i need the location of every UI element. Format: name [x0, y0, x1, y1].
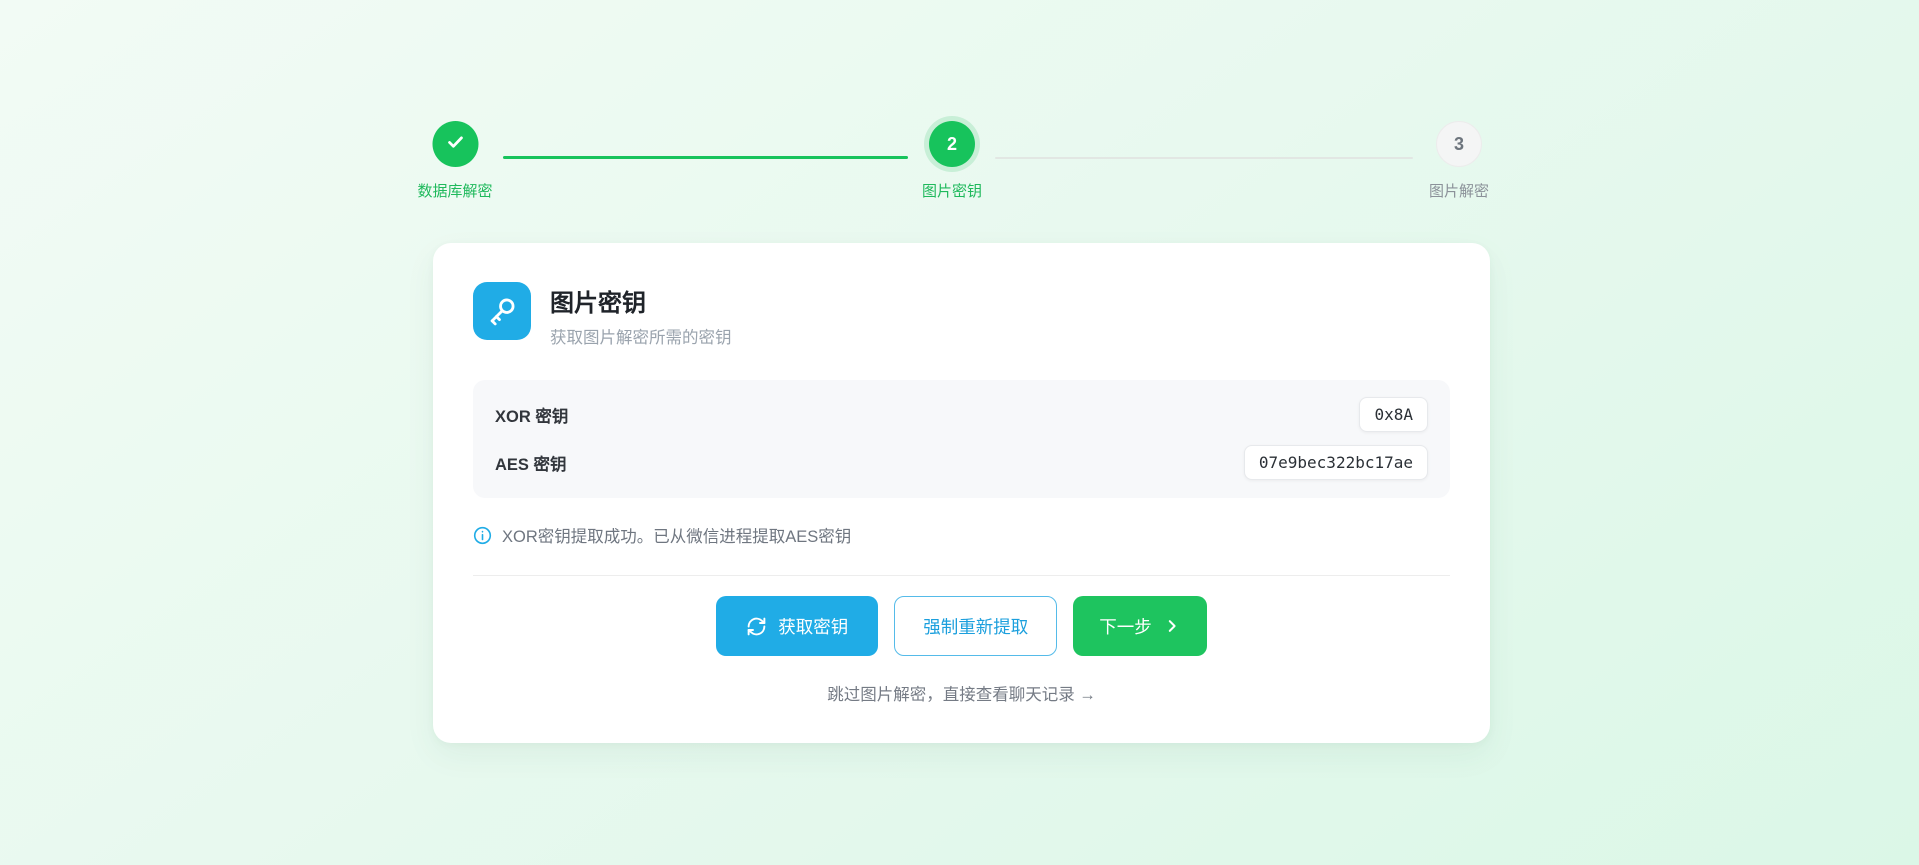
fetch-key-label: 获取密钥	[778, 614, 848, 639]
key-panel: XOR 密钥 0x8A AES 密钥 07e9bec322bc17ae	[473, 380, 1450, 498]
next-step-label: 下一步	[1099, 614, 1152, 639]
step-2-circle: 2	[929, 121, 975, 167]
action-buttons: 获取密钥 强制重新提取 下一步	[473, 596, 1450, 656]
step-database-decrypt[interactable]: 数据库解密	[417, 121, 492, 201]
skip-decrypt-link[interactable]: 跳过图片解密，直接查看聊天记录 →	[827, 686, 1096, 704]
divider	[473, 575, 1450, 576]
refresh-icon	[746, 616, 767, 637]
card-title: 图片密钥	[550, 283, 732, 318]
step-3-label: 图片解密	[1429, 180, 1489, 201]
step-2-label: 图片密钥	[922, 180, 982, 201]
step-1-label: 数据库解密	[417, 180, 492, 201]
step-3-number: 3	[1454, 134, 1464, 155]
step-image-key[interactable]: 2 图片密钥	[922, 121, 982, 201]
card-subtitle: 获取图片解密所需的密钥	[550, 324, 732, 348]
skip-row: 跳过图片解密，直接查看聊天记录 →	[473, 681, 1450, 705]
image-key-card: 图片密钥 获取图片解密所需的密钥 XOR 密钥 0x8A AES 密钥 07e9…	[433, 243, 1490, 743]
step-3-circle: 3	[1436, 121, 1482, 167]
next-step-button[interactable]: 下一步	[1073, 596, 1207, 656]
step-1-circle	[432, 121, 478, 167]
stepper-connector-pending	[995, 157, 1413, 159]
xor-key-row: XOR 密钥 0x8A	[495, 397, 1428, 432]
fetch-key-button[interactable]: 获取密钥	[716, 596, 878, 656]
status-message: XOR密钥提取成功。已从微信进程提取AES密钥	[502, 523, 851, 547]
aes-key-label: AES 密钥	[495, 451, 567, 475]
step-image-decrypt[interactable]: 3 图片解密	[1429, 121, 1489, 201]
info-icon	[473, 526, 492, 545]
force-reextract-button[interactable]: 强制重新提取	[894, 596, 1057, 656]
aes-key-value[interactable]: 07e9bec322bc17ae	[1244, 445, 1428, 480]
xor-key-label: XOR 密钥	[495, 403, 568, 427]
card-header-text: 图片密钥 获取图片解密所需的密钥	[550, 282, 732, 348]
xor-key-value[interactable]: 0x8A	[1359, 397, 1428, 432]
card-header: 图片密钥 获取图片解密所需的密钥	[473, 282, 1450, 348]
status-message-row: XOR密钥提取成功。已从微信进程提取AES密钥	[473, 523, 1450, 547]
chevron-right-icon	[1163, 617, 1181, 635]
aes-key-row: AES 密钥 07e9bec322bc17ae	[495, 445, 1428, 480]
force-reextract-label: 强制重新提取	[923, 614, 1028, 639]
stepper-connector-completed	[503, 156, 908, 159]
key-icon	[473, 282, 531, 340]
check-icon	[444, 131, 466, 158]
step-2-number: 2	[947, 134, 957, 155]
